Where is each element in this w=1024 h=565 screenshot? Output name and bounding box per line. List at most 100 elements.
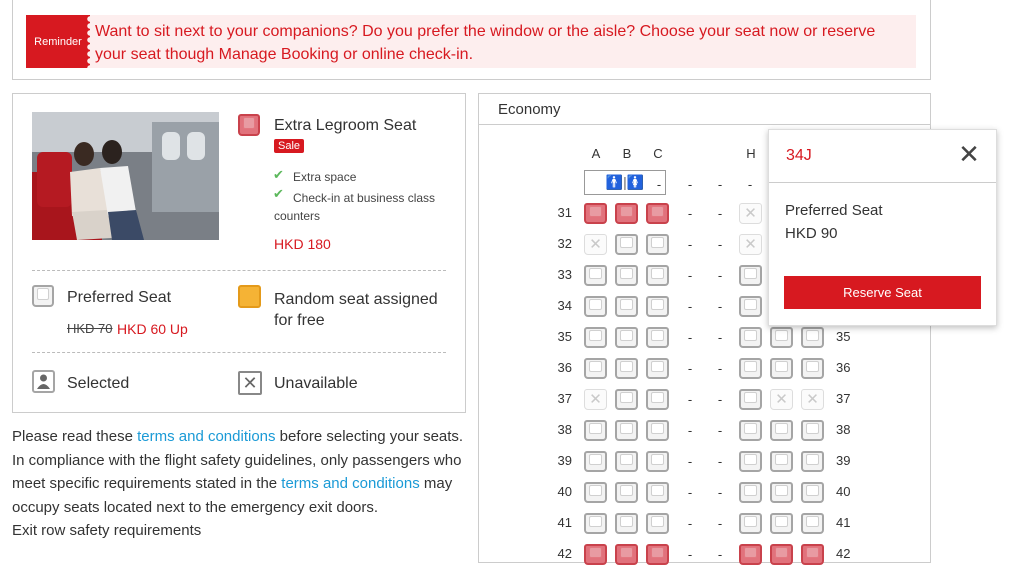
seat[interactable]	[615, 327, 638, 348]
aisle-marker: -	[687, 392, 693, 407]
feature-extra-space: Extra space	[293, 170, 357, 184]
seat[interactable]	[739, 327, 762, 348]
seat[interactable]	[739, 358, 762, 379]
row-number: 35	[557, 329, 572, 344]
seat[interactable]	[801, 544, 824, 565]
seat[interactable]	[770, 358, 793, 379]
seat[interactable]	[615, 265, 638, 286]
seat[interactable]	[615, 296, 638, 317]
seat[interactable]	[801, 482, 824, 503]
row-number: 40	[557, 484, 572, 499]
terms-link[interactable]: terms and conditions	[281, 475, 419, 492]
aisle-marker: -	[687, 237, 693, 252]
aisle-marker: -	[717, 485, 723, 500]
terms-link[interactable]: terms and conditions	[137, 428, 275, 445]
seat[interactable]	[801, 451, 824, 472]
seat[interactable]	[584, 544, 607, 565]
seat[interactable]	[584, 513, 607, 534]
row-number: 36	[836, 360, 851, 375]
seat[interactable]	[615, 544, 638, 565]
row-number: 41	[836, 515, 851, 530]
seat[interactable]	[739, 420, 762, 441]
aisle-marker: -	[687, 516, 693, 531]
seat[interactable]	[646, 358, 669, 379]
seat[interactable]	[584, 482, 607, 503]
seat[interactable]	[615, 234, 638, 255]
column-letter-a: A	[591, 146, 601, 161]
row-number: 39	[557, 453, 572, 468]
seat[interactable]	[739, 482, 762, 503]
selected-title: Selected	[67, 375, 130, 392]
seat[interactable]	[739, 296, 762, 317]
row-number: 41	[557, 515, 572, 530]
seat[interactable]	[739, 265, 762, 286]
seat[interactable]	[646, 482, 669, 503]
seat[interactable]	[584, 296, 607, 317]
seat[interactable]	[615, 513, 638, 534]
aisle-marker: -	[717, 547, 723, 562]
row-number: 42	[557, 546, 572, 561]
close-icon[interactable]: ✕	[957, 141, 981, 167]
seat[interactable]	[770, 482, 793, 503]
seat[interactable]	[615, 203, 638, 224]
seat[interactable]	[584, 358, 607, 379]
seat[interactable]	[615, 482, 638, 503]
aisle-marker: -	[717, 237, 723, 252]
seat[interactable]	[584, 451, 607, 472]
row-number: 35	[836, 329, 851, 344]
seat[interactable]	[646, 234, 669, 255]
seat[interactable]	[615, 420, 638, 441]
seat[interactable]	[801, 513, 824, 534]
unavailable-seat	[770, 389, 793, 410]
seat[interactable]	[770, 327, 793, 348]
seat[interactable]	[739, 544, 762, 565]
preferred-price: HKD 60 Up	[117, 321, 188, 337]
seat[interactable]	[739, 389, 762, 410]
random-seat-title: Random seat assigned for free	[274, 291, 438, 329]
seat[interactable]	[770, 513, 793, 534]
seat[interactable]	[646, 544, 669, 565]
column-letter-h: H	[746, 146, 756, 161]
seat[interactable]	[646, 203, 669, 224]
seat[interactable]	[615, 358, 638, 379]
row-number: 33	[557, 267, 572, 282]
seat[interactable]	[801, 420, 824, 441]
reserve-seat-button[interactable]: Reserve Seat	[784, 276, 981, 309]
seat[interactable]	[646, 389, 669, 410]
seat[interactable]	[615, 451, 638, 472]
seat[interactable]	[739, 451, 762, 472]
seat[interactable]	[646, 420, 669, 441]
seat[interactable]	[646, 265, 669, 286]
seat[interactable]	[801, 327, 824, 348]
unavailable-seat	[584, 389, 607, 410]
seat[interactable]	[584, 327, 607, 348]
aisle-marker: -	[717, 516, 723, 531]
aisle-marker: -	[717, 361, 723, 376]
seat[interactable]	[646, 327, 669, 348]
seat[interactable]	[584, 265, 607, 286]
reminder-tag: Reminder	[26, 15, 94, 68]
exit-row-requirements[interactable]: Exit row safety requirements	[12, 522, 201, 539]
cabin-photo-illustration	[32, 112, 219, 240]
seat[interactable]	[770, 420, 793, 441]
seat[interactable]	[646, 451, 669, 472]
seat[interactable]	[584, 203, 607, 224]
aisle-marker: -	[717, 330, 723, 345]
aisle-marker: -	[687, 330, 693, 345]
aisle-marker: -	[717, 206, 723, 221]
seat[interactable]	[770, 544, 793, 565]
seat[interactable]	[615, 389, 638, 410]
seat[interactable]	[739, 513, 762, 534]
aisle-marker: -	[687, 485, 693, 500]
aisle-marker: -	[717, 392, 723, 407]
seat[interactable]	[770, 451, 793, 472]
seat[interactable]	[801, 358, 824, 379]
aisle-marker: -	[656, 177, 662, 192]
seat[interactable]	[646, 296, 669, 317]
seat[interactable]	[584, 420, 607, 441]
aisle-marker: -	[687, 177, 693, 192]
cabin-title: Economy	[498, 101, 561, 118]
popup-seat-number: 34J	[786, 147, 812, 164]
seat[interactable]	[646, 513, 669, 534]
feature-business-checkin: Check-in at business class counters	[274, 191, 436, 223]
